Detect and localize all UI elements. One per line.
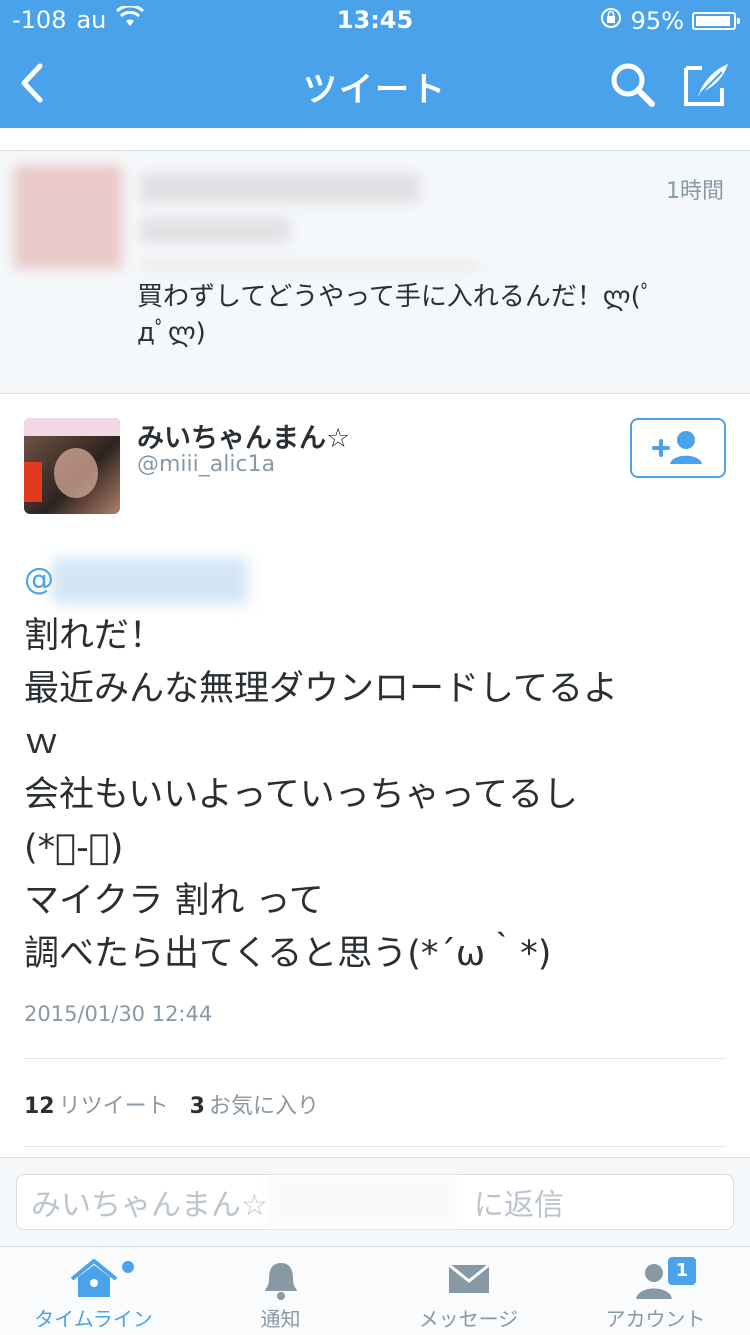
avatar <box>14 165 122 269</box>
avatar-banner <box>24 418 120 436</box>
avatar-sticker <box>24 462 42 502</box>
tweet-body-line: ｗ <box>24 722 60 762</box>
tweet-body-line: 最近みんな無理ダウンロードしてるよ <box>24 669 618 709</box>
avatar-face <box>54 448 98 498</box>
reply-input[interactable]: みいちゃんまん☆ に返信 <box>16 1174 734 1230</box>
favorites-stat[interactable]: 3 お気に入り <box>190 1094 319 1119</box>
favorite-label: お気に入り <box>208 1094 319 1119</box>
add-user-icon <box>652 431 702 464</box>
tab-timeline[interactable]: タイムライン <box>0 1247 187 1335</box>
divider <box>24 1146 726 1147</box>
notification-badge: 1 <box>666 1255 698 1287</box>
tweet-body-line: (*ﾟ-ﾟ) <box>24 828 124 868</box>
envelope-icon <box>448 1263 490 1293</box>
retweet-label: リツイート <box>58 1094 169 1119</box>
tab-label: タイムライン <box>34 1307 153 1331</box>
tweet-body-line: マイクラ 割れ って <box>24 881 324 921</box>
tweet-text-line: дﾟლ) <box>137 318 206 348</box>
home-icon <box>70 1259 118 1297</box>
favorite-count: 3 <box>189 1094 205 1119</box>
tab-label: アカウント <box>605 1307 706 1331</box>
search-button[interactable] <box>608 60 658 110</box>
tweet-body: 割れだ！ 最近みんな無理ダウンロードしてるよ ｗ 会社もいいよっていっちゃってる… <box>24 610 724 981</box>
tweet-text: 買わずしてどうやって手に入れるんだ！ლ(ﾟ дﾟლ) <box>137 279 697 351</box>
tweet-body-line: 割れだ！ <box>24 616 165 656</box>
tweet-timestamp: 2015/01/30 12:44 <box>24 1002 213 1026</box>
tweet-time: 1時間 <box>666 179 724 204</box>
tab-label: 通知 <box>260 1307 301 1331</box>
blurred-handle <box>267 1176 458 1228</box>
battery-percent: 95% <box>630 7 684 35</box>
tab-messages[interactable]: メッセージ <box>375 1247 562 1335</box>
reply-placeholder-name: みいちゃんまん☆ <box>31 1188 268 1223</box>
nav-bar: ツイート <box>0 40 750 128</box>
display-name[interactable]: みいちゃんまん☆ <box>137 416 350 455</box>
tab-notifications[interactable]: 通知 <box>187 1247 374 1335</box>
search-icon <box>611 63 655 107</box>
tweet-body-line: 調べたら出てくると思う(*´ω｀*) <box>24 934 552 974</box>
tab-bar: タイムライン 通知 メッセージ 1 アカウント <box>0 1246 750 1335</box>
reply-bar: みいちゃんまん☆ に返信 <box>0 1157 750 1246</box>
tab-account[interactable]: 1 アカウント <box>562 1247 749 1335</box>
top-bar: -108 au 13:45 95% ツイート <box>0 0 750 128</box>
tweet-body-line: 会社もいいよっていっちゃってるし <box>24 775 579 815</box>
retweet-count: 12 <box>24 1094 55 1119</box>
tweet-text-line: 買わずしてどうやって手に入れるんだ！ლ(ﾟ <box>137 282 654 312</box>
retweets-stat[interactable]: 12 リツイート <box>24 1094 169 1119</box>
tab-label: メッセージ <box>418 1307 519 1331</box>
status-bar: -108 au 13:45 95% <box>0 0 750 40</box>
tweet-stats: 12 リツイート 3 お気に入り <box>24 1088 319 1120</box>
blurred-name <box>140 173 420 203</box>
mention-link[interactable]: @ <box>24 562 54 597</box>
battery-icon <box>692 12 740 30</box>
parent-tweet[interactable]: 1時間 買わずしてどうやって手に入れるんだ！ლ(ﾟ дﾟლ) <box>0 150 750 394</box>
blurred-text <box>140 217 290 243</box>
bell-icon <box>265 1263 297 1300</box>
compose-button[interactable] <box>680 58 732 110</box>
reply-placeholder-suffix: に返信 <box>473 1188 564 1223</box>
blurred-text <box>140 261 480 269</box>
follow-button[interactable] <box>630 418 726 478</box>
divider <box>24 1058 726 1059</box>
user-handle[interactable]: @miii_alic1a <box>137 452 275 477</box>
blurred-mention <box>52 558 248 604</box>
avatar[interactable] <box>24 418 120 514</box>
new-content-dot <box>122 1261 134 1273</box>
rotation-lock-icon <box>599 6 623 36</box>
compose-icon <box>684 64 728 106</box>
